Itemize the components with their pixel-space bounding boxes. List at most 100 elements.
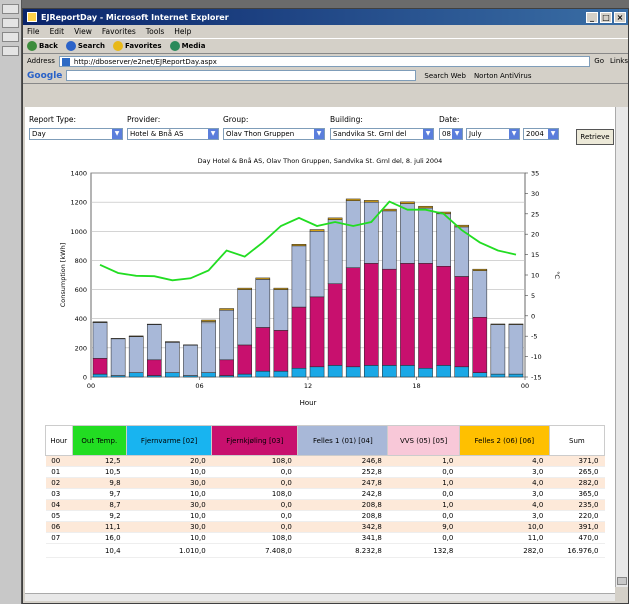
- date-label: Date:: [439, 115, 460, 124]
- column-header[interactable]: Hour: [45, 425, 73, 456]
- x-tick-label: 06: [195, 382, 203, 390]
- media-icon: [169, 41, 180, 51]
- y2-tick-label: 15: [531, 251, 539, 259]
- close-button[interactable]: ×: [614, 11, 626, 23]
- table-cell: 10,0: [126, 466, 212, 478]
- menu-tools[interactable]: Tools: [146, 27, 164, 36]
- column-header[interactable]: Felles 2 (06) [06]: [458, 425, 550, 456]
- table-cell: 0,0: [387, 466, 460, 478]
- bar-segment-fjernkj-ling-03-: [382, 268, 397, 366]
- column-header[interactable]: Fjernvarme [02]: [126, 425, 213, 456]
- address-input[interactable]: http://dboserver/e2net/EJReportDay.aspx: [58, 55, 591, 67]
- address-bar: Address http://dboserver/e2net/EJReportD…: [23, 54, 628, 68]
- google-search-web-button[interactable]: Search Web: [424, 72, 466, 80]
- back-button[interactable]: Back: [27, 41, 58, 51]
- x-tick-label: 00: [87, 382, 95, 390]
- date-month-select[interactable]: July ▼: [466, 128, 520, 140]
- report-type-select[interactable]: Day ▼: [29, 128, 123, 140]
- table-cell: 1,0: [387, 499, 460, 511]
- table-row: 01 10,5 10,0 0,0 252,8 0,0 3,0 265,0: [45, 466, 605, 478]
- building-select[interactable]: Sandvika St. Grnl del ▼: [330, 128, 434, 140]
- column-header[interactable]: Sum: [548, 425, 606, 456]
- date-year-select[interactable]: 2004 ▼: [523, 128, 559, 140]
- vertical-scrollbar[interactable]: [615, 107, 628, 587]
- y-tick-label: 0: [83, 374, 87, 382]
- provider-select[interactable]: Hotel & Bnå AS ▼: [127, 128, 219, 140]
- consumption-chart: 0200400600800100012001400-15-10-50510152…: [59, 170, 561, 408]
- table-cell: 252,8: [297, 466, 388, 478]
- column-header[interactable]: Felles 1 (01) [04]: [297, 425, 389, 456]
- menu-help[interactable]: Help: [174, 27, 191, 36]
- title-bar[interactable]: EJReportDay - Microsoft Internet Explore…: [23, 9, 628, 25]
- back-icon: [27, 41, 37, 51]
- bar-segment-felles-2-06-06-: [201, 319, 216, 322]
- favorites-button[interactable]: Favorites: [112, 41, 162, 51]
- bar-segment-felles-2-06-06-: [418, 205, 433, 209]
- bar-segment-felles-1-01-04-: [291, 245, 307, 308]
- bar-segment-fjernvarme-02-: [472, 372, 488, 378]
- bar-segment-felles-2-06-06-: [128, 335, 144, 337]
- y-tick-label: 400: [75, 315, 87, 323]
- media-button[interactable]: Media: [169, 41, 205, 51]
- table-cell: 108,0: [211, 488, 298, 500]
- maximize-button[interactable]: □: [600, 11, 612, 23]
- links-label[interactable]: Links: [610, 57, 628, 65]
- horizontal-scrollbar[interactable]: [25, 593, 615, 601]
- sum-cell: 16.976,0: [549, 543, 605, 558]
- dropdown-arrow-icon: ▼: [548, 129, 558, 139]
- y2-tick-label: -15: [531, 374, 542, 382]
- y-tick-label: 800: [75, 257, 87, 265]
- retrieve-button[interactable]: Retrieve: [576, 129, 614, 145]
- table-cell: 9,0: [387, 521, 460, 533]
- dropdown-arrow-icon: ▼: [112, 129, 122, 139]
- bar-segment-fjernkj-ling-03-: [327, 283, 343, 366]
- column-header[interactable]: VVS (05) [05]: [387, 425, 460, 456]
- table-cell: 9,8: [72, 477, 127, 489]
- table-cell: 04: [45, 499, 72, 511]
- minimize-button[interactable]: _: [586, 11, 598, 23]
- y2-tick-label: 0: [531, 312, 535, 320]
- bar-segment-fjernvarme-02-: [490, 373, 506, 378]
- bar-segment-felles-1-01-04-: [183, 344, 198, 376]
- table-cell: 0,0: [211, 510, 298, 522]
- bar-segment-fjernkj-ling-03-: [219, 359, 234, 376]
- bar-segment-felles-2-06-06-: [255, 277, 271, 280]
- search-button[interactable]: Search: [65, 41, 105, 51]
- go-button[interactable]: Go: [594, 57, 604, 65]
- google-logo[interactable]: Google: [27, 71, 62, 81]
- norton-button[interactable]: Norton AntiVirus: [474, 72, 532, 80]
- menu-view[interactable]: View: [74, 27, 92, 36]
- table-cell: 391,0: [549, 521, 605, 533]
- table-cell: 4,0: [459, 477, 550, 489]
- bar-segment-felles-1-01-04-: [201, 322, 216, 373]
- bar-segment-felles-1-01-04-: [128, 336, 144, 373]
- ie-icon: [27, 12, 37, 22]
- table-cell: 30,0: [126, 477, 212, 489]
- bar-segment-fjernkj-ling-03-: [400, 263, 415, 366]
- column-header[interactable]: Fjernkjøling [03]: [211, 425, 299, 456]
- report-type-label: Report Type:: [29, 115, 76, 124]
- bar-segment-fjernkj-ling-03-: [436, 266, 451, 366]
- browser-window: EJReportDay - Microsoft Internet Explore…: [22, 8, 629, 604]
- google-search-input[interactable]: [66, 70, 417, 81]
- menu-edit[interactable]: Edit: [50, 27, 65, 36]
- y2-tick-label: -10: [531, 353, 542, 361]
- bar-segment-felles-1-01-04-: [327, 219, 343, 284]
- menu-favorites[interactable]: Favorites: [102, 27, 136, 36]
- bar-segment-fjernvarme-02-: [291, 368, 307, 378]
- group-select[interactable]: Olav Thon Gruppen ▼: [223, 128, 325, 140]
- bar-segment-fjernvarme-02-: [309, 366, 325, 378]
- date-day-select[interactable]: 08 ▼: [439, 128, 463, 140]
- table-cell: 30,0: [126, 521, 212, 533]
- column-header[interactable]: Out Temp.: [71, 425, 128, 456]
- table-cell: 16,0: [72, 532, 127, 544]
- bar-segment-fjernkj-ling-03-: [92, 358, 108, 375]
- table-cell: 342,8: [297, 521, 388, 533]
- scroll-thumb[interactable]: [617, 577, 627, 585]
- table-cell: 220,0: [549, 510, 605, 522]
- dropdown-arrow-icon: ▼: [314, 129, 324, 139]
- menu-file[interactable]: File: [27, 27, 40, 36]
- table-cell: 0,0: [211, 477, 298, 489]
- table-cell: 470,0: [549, 532, 605, 544]
- bar-segment-felles-2-06-06-: [309, 229, 325, 232]
